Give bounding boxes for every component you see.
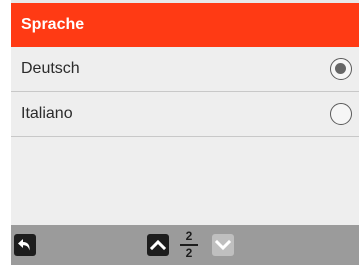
page-indicator: 2 2 [180, 230, 198, 260]
page-up-button[interactable] [147, 234, 169, 256]
option-label: Italiano [21, 105, 73, 122]
divider [11, 136, 359, 137]
bottom-bar: 2 2 [11, 225, 359, 265]
radio-button-selected[interactable] [330, 58, 352, 80]
back-arrow-icon [18, 239, 30, 251]
option-label: Deutsch [21, 60, 80, 77]
page-down-button[interactable] [212, 234, 234, 256]
page-total: 2 [185, 245, 193, 260]
language-list: Deutsch Italiano [11, 47, 359, 225]
language-screen: Sprache Deutsch Italiano 2 2 [11, 0, 359, 265]
list-item-italiano[interactable]: Italiano [11, 92, 359, 136]
chevron-down-icon [215, 239, 231, 251]
radio-dot-icon [335, 63, 346, 74]
chevron-up-icon [150, 239, 166, 251]
page-current: 2 [185, 229, 193, 243]
back-button[interactable] [14, 234, 36, 256]
list-item-deutsch[interactable]: Deutsch [11, 47, 359, 91]
page-title: Sprache [21, 16, 85, 33]
title-bar: Sprache [11, 3, 359, 47]
radio-button[interactable] [330, 103, 352, 125]
